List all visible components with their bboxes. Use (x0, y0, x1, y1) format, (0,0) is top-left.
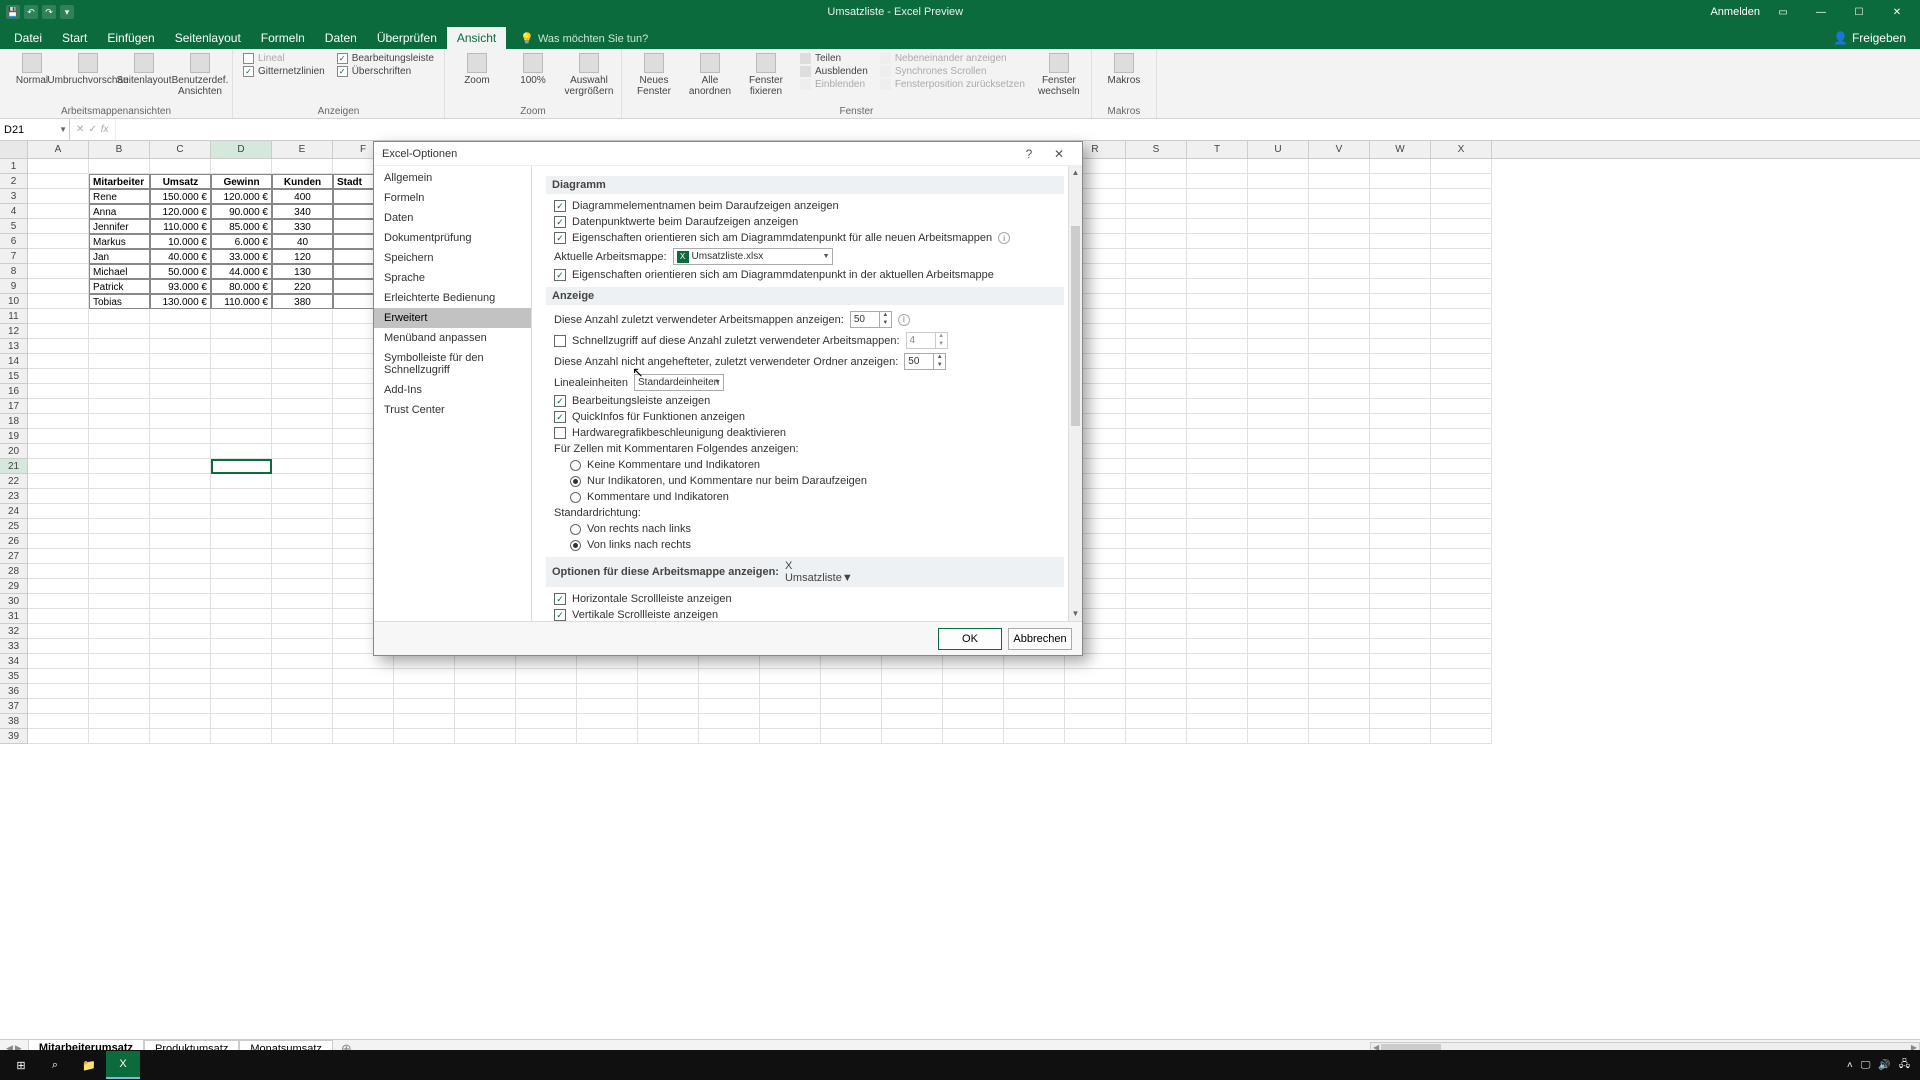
opt-current-workbook: Aktuelle Arbeitsmappe: XUmsatzliste.xlsx… (546, 246, 1064, 267)
opt-quick-access-recent[interactable]: Schnellzugriff auf diese Anzahl zuletzt … (546, 330, 1064, 351)
dialog-titlebar: Excel-Optionen ? ✕ (374, 142, 1082, 166)
cat-formeln[interactable]: Formeln (374, 188, 531, 208)
cat-menueband[interactable]: Menüband anpassen (374, 328, 531, 348)
recent-folders-spinner[interactable]: 50▲▼ (904, 353, 946, 370)
excel-file-icon: X (677, 251, 689, 263)
dialog-buttons: OK Abbrechen (374, 621, 1082, 655)
dialog-help-icon[interactable]: ? (1014, 143, 1044, 165)
section-anzeige: Anzeige (546, 287, 1064, 305)
opt-comments-label: Für Zellen mit Kommentaren Folgendes anz… (546, 441, 1064, 457)
dialog-close-icon[interactable]: ✕ (1044, 143, 1074, 165)
scroll-down-icon[interactable]: ▼ (1069, 607, 1082, 621)
chevron-down-icon: ▼ (842, 572, 853, 584)
opt-properties-current[interactable]: ✓Eigenschaften orientieren sich am Diagr… (546, 267, 1064, 283)
cat-erweitert[interactable]: Erweitert (374, 308, 531, 328)
cat-dokumentpruefung[interactable]: Dokumentprüfung (374, 228, 531, 248)
ok-button[interactable]: OK (938, 628, 1002, 650)
cat-addins[interactable]: Add-Ins (374, 380, 531, 400)
opt-properties-new[interactable]: ✓Eigenschaften orientieren sich am Diagr… (546, 230, 1064, 246)
cat-allgemein[interactable]: Allgemein (374, 168, 531, 188)
cat-trustcenter[interactable]: Trust Center (374, 400, 531, 420)
cat-erleichterte[interactable]: Erleichterte Bedienung (374, 288, 531, 308)
opt-recent-workbooks: Diese Anzahl zuletzt verwendeter Arbeits… (546, 309, 1064, 330)
opt-show-formula-bar[interactable]: ✓Bearbeitungsleiste anzeigen (546, 393, 1064, 409)
cat-schnellzugriff[interactable]: Symbolleiste für den Schnellzugriff (374, 348, 531, 380)
windows-taskbar: ⊞ ⌕ 📁 X ˄ 🖵 🔊 🖧 (0, 1050, 1920, 1080)
modal-overlay: Excel-Optionen ? ✕ Allgemein Formeln Dat… (0, 0, 1920, 1080)
dialog-title: Excel-Optionen (382, 148, 1014, 160)
options-scrollbar[interactable]: ▲ ▼ (1068, 166, 1082, 621)
opt-comments-none[interactable]: Keine Kommentare und Indikatoren (546, 457, 1064, 473)
system-tray[interactable]: ˄ 🖵 🔊 🖧 (1847, 1057, 1916, 1074)
scroll-thumb[interactable] (1071, 226, 1080, 426)
opt-recent-folders: Diese Anzahl nicht angehefteter, zuletzt… (546, 351, 1064, 372)
opt-function-tooltips[interactable]: ✓QuickInfos für Funktionen anzeigen (546, 409, 1064, 425)
cancel-button[interactable]: Abbrechen (1008, 628, 1072, 650)
chevron-down-icon: ▼ (823, 253, 830, 260)
opt-direction-rtl[interactable]: Von rechts nach links (546, 521, 1064, 537)
excel-options-dialog: Excel-Optionen ? ✕ Allgemein Formeln Dat… (373, 141, 1083, 656)
recent-workbooks-spinner[interactable]: 50▲▼ (850, 311, 892, 328)
start-button[interactable]: ⊞ (4, 1051, 38, 1079)
tray-chevron-icon[interactable]: ˄ (1847, 1060, 1853, 1071)
opt-chart-element-names[interactable]: ✓Diagrammelementnamen beim Daraufzeigen … (546, 198, 1064, 214)
cat-sprache[interactable]: Sprache (374, 268, 531, 288)
tray-display-icon[interactable]: 🖵 (1861, 1060, 1871, 1071)
taskbar-folder-icon[interactable]: 📁 (72, 1051, 106, 1079)
chevron-down-icon: ▼ (714, 379, 721, 386)
tray-volume-icon[interactable]: 🔊 (1878, 1060, 1890, 1071)
opt-h-scrollbar[interactable]: ✓Horizontale Scrollleiste anzeigen (546, 591, 1064, 607)
cat-daten[interactable]: Daten (374, 208, 531, 228)
workbook-display-select[interactable]: XUmsatzliste▼ (785, 560, 945, 584)
taskbar-search-icon[interactable]: ⌕ (38, 1051, 72, 1079)
tray-network-icon[interactable]: 🖧 (1899, 1057, 1910, 1074)
opt-comments-indicators[interactable]: Nur Indikatoren, und Kommentare nur beim… (546, 473, 1064, 489)
options-category-list: Allgemein Formeln Daten Dokumentprüfung … (374, 166, 532, 621)
opt-disable-hw-accel[interactable]: Hardwaregrafikbeschleunigung deaktiviere… (546, 425, 1064, 441)
options-content-pane: Diagramm ✓Diagrammelementnamen beim Dara… (532, 166, 1082, 621)
info-icon[interactable]: i (998, 232, 1010, 244)
opt-comments-both[interactable]: Kommentare und Indikatoren (546, 489, 1064, 505)
ruler-units-select[interactable]: Standardeinheiten▼ (634, 374, 724, 391)
opt-direction-label: Standardrichtung: (546, 505, 1064, 521)
current-workbook-select[interactable]: XUmsatzliste.xlsx▼ (673, 248, 833, 265)
opt-v-scrollbar[interactable]: ✓Vertikale Scrollleiste anzeigen (546, 607, 1064, 621)
opt-ruler-units: Linealeinheiten Standardeinheiten▼ (546, 372, 1064, 393)
excel-file-icon: X (785, 560, 945, 572)
cat-speichern[interactable]: Speichern (374, 248, 531, 268)
info-icon[interactable]: i (898, 314, 910, 326)
section-workbook-display: Optionen für diese Arbeitsmappe anzeigen… (546, 557, 1064, 587)
opt-datapoint-values[interactable]: ✓Datenpunktwerte beim Daraufzeigen anzei… (546, 214, 1064, 230)
taskbar-excel-icon[interactable]: X (106, 1051, 140, 1079)
quick-access-count-spinner: 4▲▼ (906, 332, 948, 349)
section-diagramm: Diagramm (546, 176, 1064, 194)
opt-direction-ltr[interactable]: Von links nach rechts (546, 537, 1064, 553)
scroll-up-icon[interactable]: ▲ (1069, 166, 1082, 180)
